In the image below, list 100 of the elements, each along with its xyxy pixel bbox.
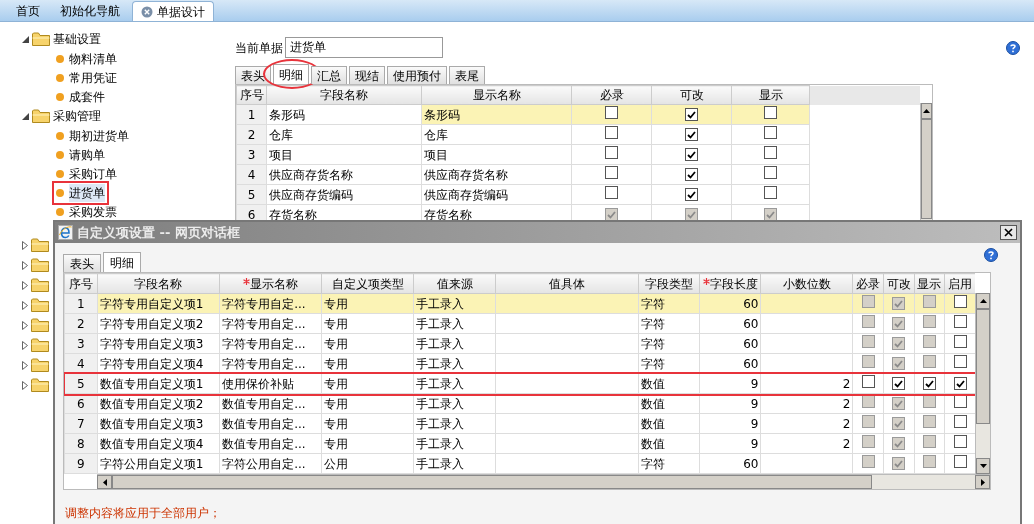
table-cell: 9	[699, 393, 761, 414]
expanded-triangle-icon[interactable]	[22, 35, 29, 43]
table-cell: 字符	[638, 313, 700, 334]
collapsed-triangle-icon[interactable]	[22, 380, 28, 390]
row-number: 2	[64, 313, 98, 334]
checkbox[interactable]	[953, 294, 967, 308]
table-cell: 字符	[638, 453, 700, 474]
tree-item[interactable]: 物料清单	[69, 49, 117, 68]
collapsed-triangle-icon[interactable]	[22, 300, 28, 310]
tree-item[interactable]: 进货单	[69, 183, 105, 202]
tree-node-label[interactable]: 采购管理	[53, 107, 101, 125]
close-icon[interactable]	[1004, 228, 1013, 237]
table-cell[interactable]: 仓库	[421, 124, 572, 145]
tab[interactable]: 明细	[103, 252, 141, 272]
checkbox[interactable]	[764, 165, 777, 179]
checkbox[interactable]	[953, 414, 967, 428]
checkbox[interactable]	[685, 168, 698, 181]
column-header: 启用	[944, 273, 975, 294]
check-icon	[766, 210, 775, 219]
checkbox[interactable]	[953, 314, 967, 328]
horizontal-scrollbar[interactable]	[97, 474, 990, 489]
checkbox[interactable]	[685, 188, 698, 201]
row-number: 1	[236, 104, 267, 125]
checkbox[interactable]	[605, 125, 618, 139]
up-arrow-icon[interactable]	[979, 299, 987, 303]
column-header: 小数位数	[760, 273, 853, 294]
close-button[interactable]	[1000, 225, 1017, 240]
left-arrow-icon[interactable]	[102, 478, 107, 486]
checkbox[interactable]	[764, 185, 777, 199]
up-arrow-icon[interactable]	[922, 109, 930, 113]
checkbox[interactable]	[605, 185, 618, 199]
checkbox[interactable]	[953, 334, 967, 348]
checkbox[interactable]	[953, 354, 967, 368]
checkbox[interactable]	[861, 374, 875, 388]
checkbox[interactable]	[605, 105, 618, 119]
top-tab[interactable]: 首页	[8, 1, 48, 21]
tree-item[interactable]: 期初进货单	[69, 126, 129, 145]
checkbox[interactable]	[685, 108, 698, 121]
table-cell: 字符专用自定义项3	[97, 333, 220, 354]
table-cell[interactable]: 供应商存货名称	[421, 164, 572, 185]
column-header: 值来源	[413, 273, 496, 294]
table-cell: 数值专用自定义项3	[97, 413, 220, 434]
tree-item[interactable]: 成套件	[69, 87, 105, 106]
check-icon	[894, 439, 904, 448]
right-arrow-icon[interactable]	[980, 478, 985, 486]
collapsed-triangle-icon[interactable]	[22, 240, 28, 250]
checkbox[interactable]	[953, 454, 967, 468]
checkbox[interactable]	[685, 128, 698, 141]
tab[interactable]: 表尾	[449, 66, 485, 84]
table-cell[interactable]: 项目	[421, 144, 572, 165]
checkbox[interactable]	[922, 377, 936, 390]
check-icon	[894, 419, 904, 428]
down-arrow-icon[interactable]	[979, 464, 987, 468]
field-label: 当前单据	[235, 39, 283, 57]
tree-item[interactable]: 采购订单	[69, 164, 117, 183]
table-cell[interactable]: 供应商存货编码	[421, 184, 572, 205]
collapsed-triangle-icon[interactable]	[22, 360, 28, 370]
checkbox[interactable]	[764, 125, 777, 139]
scrollbar[interactable]	[975, 293, 990, 474]
table-cell: 字符专用自定义项2	[97, 313, 220, 334]
top-tab[interactable]: 单据设计	[132, 1, 214, 21]
checkbox[interactable]	[764, 105, 777, 119]
checkbox[interactable]	[953, 377, 967, 390]
row-number: 5	[64, 373, 98, 394]
tab[interactable]: 现结	[349, 66, 385, 84]
checkbox[interactable]	[953, 434, 967, 448]
collapsed-triangle-icon[interactable]	[22, 320, 28, 330]
checkbox[interactable]	[685, 148, 698, 161]
tab-label: 单据设计	[157, 3, 205, 21]
check-icon	[687, 150, 696, 159]
help-icon[interactable]	[1006, 40, 1020, 55]
table-cell: 手工录入	[413, 413, 496, 434]
table-cell: 供应商存货名称	[266, 164, 422, 185]
input-field[interactable]: 进货单	[285, 37, 443, 58]
check-icon	[924, 379, 934, 388]
checkbox[interactable]	[605, 145, 618, 159]
top-tab[interactable]: 初始化导航	[52, 1, 128, 21]
collapsed-triangle-icon[interactable]	[22, 280, 28, 290]
tree-item[interactable]: 采购发票	[69, 202, 117, 221]
tab[interactable]: 表头	[235, 66, 271, 84]
tab[interactable]: 汇总	[311, 66, 347, 84]
tree-node-label[interactable]: 基础设置	[53, 30, 101, 48]
tab[interactable]: 使用预付	[387, 66, 447, 84]
tab[interactable]: 表头	[63, 254, 101, 272]
tree-item[interactable]: 请购单	[69, 145, 105, 164]
help-icon[interactable]	[984, 248, 998, 262]
check-icon	[687, 190, 696, 199]
table-cell: 专用	[321, 393, 414, 414]
collapsed-triangle-icon[interactable]	[22, 340, 28, 350]
checkbox[interactable]	[892, 377, 906, 390]
table-cell: 专用	[321, 313, 414, 334]
check-icon	[894, 359, 904, 368]
tree-item[interactable]: 常用凭证	[69, 68, 117, 87]
expanded-triangle-icon[interactable]	[22, 112, 29, 120]
collapsed-triangle-icon[interactable]	[22, 260, 28, 270]
tab[interactable]: 明细	[273, 64, 309, 84]
checkbox[interactable]	[605, 165, 618, 179]
table-cell: 字符	[638, 333, 700, 354]
checkbox[interactable]	[764, 145, 777, 159]
column-header: 必录	[852, 273, 884, 294]
